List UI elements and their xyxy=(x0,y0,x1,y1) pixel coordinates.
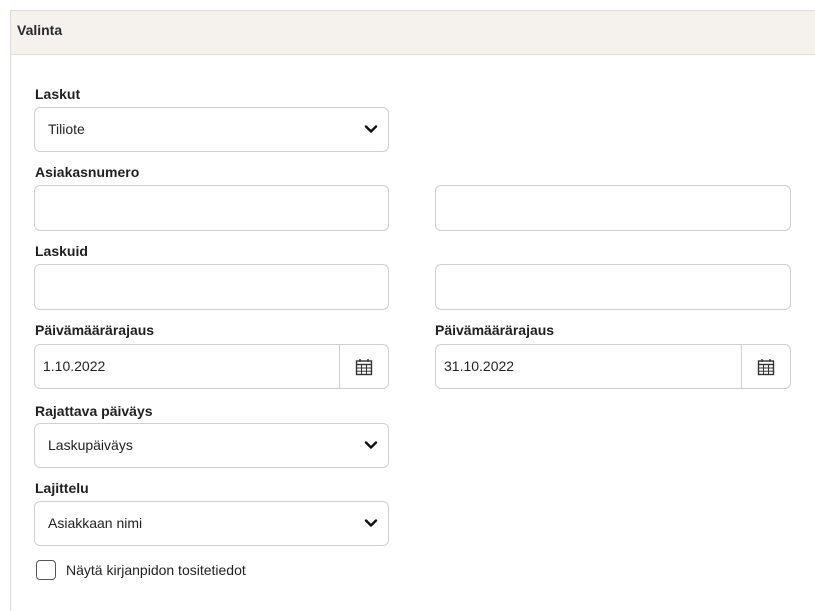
panel-header: Valinta xyxy=(11,11,815,55)
lajittelu-select[interactable]: Asiakkaan nimi xyxy=(34,501,389,546)
laskut-value: Tiliote xyxy=(48,121,85,137)
paivamaara-loppu-label: Päivämäärärajaus xyxy=(435,322,555,338)
paivamaara-loppu-value: 31.10.2022 xyxy=(444,358,515,374)
nayta-tositetiedot-label[interactable]: Näytä kirjanpidon tositetiedot xyxy=(66,562,246,578)
asiakasnumero-from-input[interactable] xyxy=(34,185,389,231)
calendar-icon xyxy=(355,358,373,375)
laskuid-from-input[interactable] xyxy=(34,264,389,310)
date-picker-button-alku[interactable] xyxy=(339,345,388,388)
paivamaara-loppu-input[interactable]: 31.10.2022 xyxy=(435,344,791,389)
chevron-down-icon xyxy=(364,441,378,449)
laskut-select[interactable]: Tiliote xyxy=(34,107,389,152)
lajittelu-label: Lajittelu xyxy=(35,480,89,496)
rajattava-paivays-value: Laskupäiväys xyxy=(48,437,133,453)
paivamaara-alku-value: 1.10.2022 xyxy=(43,358,106,374)
rajattava-paivays-label: Rajattava päiväys xyxy=(35,403,153,419)
asiakasnumero-label: Asiakasnumero xyxy=(35,164,140,180)
lajittelu-value: Asiakkaan nimi xyxy=(48,515,143,531)
rajattava-paivays-select[interactable]: Laskupäiväys xyxy=(34,423,389,468)
date-picker-button-loppu[interactable] xyxy=(741,345,790,388)
calendar-icon xyxy=(757,358,775,375)
asiakasnumero-to-input[interactable] xyxy=(435,185,791,231)
paivamaara-alku-label: Päivämäärärajaus xyxy=(35,322,155,338)
paivamaara-alku-input[interactable]: 1.10.2022 xyxy=(34,344,389,389)
chevron-down-icon xyxy=(364,519,378,527)
laskuid-to-input[interactable] xyxy=(435,264,791,310)
panel-title: Valinta xyxy=(17,22,63,38)
laskuid-label: Laskuid xyxy=(35,243,88,259)
nayta-tositetiedot-checkbox[interactable] xyxy=(36,560,56,580)
chevron-down-icon xyxy=(364,125,378,133)
laskut-label: Laskut xyxy=(35,86,81,102)
